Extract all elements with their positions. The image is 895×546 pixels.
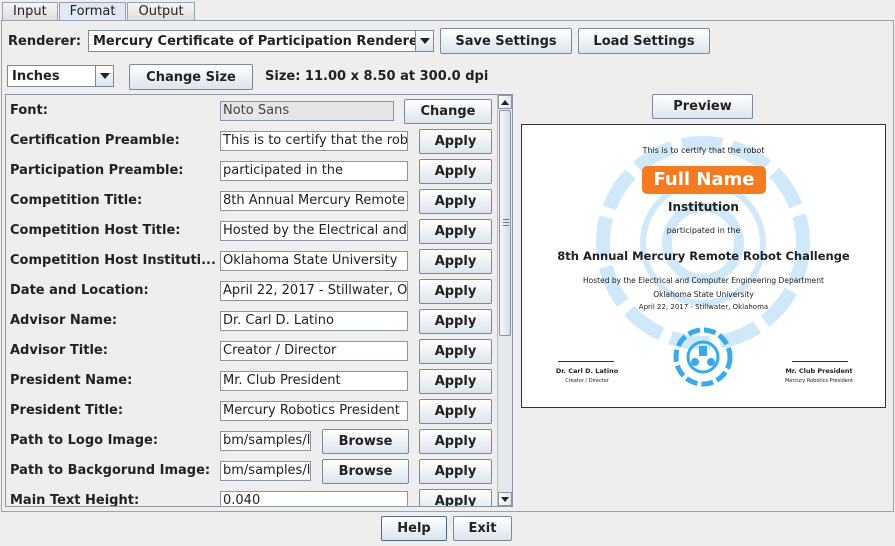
cert-preamble: This is to certify that the robot: [642, 146, 765, 155]
change-font-button[interactable]: Change: [404, 99, 492, 124]
apply-button[interactable]: Apply: [419, 159, 492, 184]
advisor-name-input[interactable]: Dr. Carl D. Latino: [220, 311, 408, 331]
renderer-selected: Mercury Certificate of Participation Ren…: [93, 33, 415, 49]
list-item: Main Text Height: 0.040 Apply: [6, 487, 496, 507]
list-item: Certification Preamble: This is to certi…: [6, 127, 496, 157]
save-settings-button[interactable]: Save Settings: [440, 28, 572, 54]
field-label: Advisor Name:: [10, 313, 118, 328]
apply-button[interactable]: Apply: [419, 459, 492, 484]
list-item: Path to Logo Image: bm/samples/logo.png …: [6, 427, 496, 457]
list-item: Competition Host Instituti... Oklahoma S…: [6, 247, 496, 277]
scroll-up-button[interactable]: [498, 95, 512, 109]
scroll-down-button[interactable]: [498, 492, 512, 506]
competition-host-institution-input[interactable]: Oklahoma State University: [220, 251, 408, 271]
apply-button[interactable]: Apply: [419, 279, 492, 304]
robot-logo-icon: [673, 327, 733, 387]
size-info: Size: 11.00 x 8.50 at 300.0 dpi: [265, 69, 489, 84]
chevron-down-icon: [501, 496, 509, 502]
list-item: Competition Host Title: Hosted by the El…: [6, 217, 496, 247]
certificate-preview: This is to certify that the robot Full N…: [521, 124, 886, 408]
field-label: Date and Location:: [10, 283, 149, 298]
list-item: President Name: Mr. Club President Apply: [6, 367, 496, 397]
chevron-down-icon[interactable]: [415, 31, 433, 51]
apply-button[interactable]: Apply: [419, 369, 492, 394]
field-label: President Name:: [10, 373, 133, 388]
cert-president-name: Mr. Club President: [785, 367, 853, 375]
field-label: Advisor Title:: [10, 343, 108, 358]
cert-host: Hosted by the Electrical and Computer En…: [583, 276, 824, 285]
apply-button[interactable]: Apply: [419, 219, 492, 244]
exit-button[interactable]: Exit: [453, 516, 512, 541]
cert-name-badge: Full Name: [642, 166, 766, 194]
tab-input[interactable]: Input: [2, 2, 58, 21]
apply-button[interactable]: Apply: [419, 339, 492, 364]
apply-button[interactable]: Apply: [419, 429, 492, 454]
apply-button[interactable]: Apply: [419, 399, 492, 424]
preview-button[interactable]: Preview: [652, 94, 753, 119]
list-item: Advisor Title: Creator / Director Apply: [6, 337, 496, 367]
president-name-input[interactable]: Mr. Club President: [220, 371, 408, 391]
apply-button[interactable]: Apply: [419, 309, 492, 334]
list-item-font: Font: Noto Sans Change: [6, 97, 496, 127]
advisor-title-input[interactable]: Creator / Director: [220, 341, 408, 361]
field-label: Competition Host Instituti...: [10, 253, 215, 268]
unit-select[interactable]: Inches: [7, 65, 114, 87]
change-size-button[interactable]: Change Size: [129, 64, 253, 90]
renderer-label: Renderer:: [8, 34, 82, 49]
list-item: Competition Title: 8th Annual Mercury Re…: [6, 187, 496, 217]
tab-output[interactable]: Output: [127, 2, 195, 21]
renderer-select[interactable]: Mercury Certificate of Participation Ren…: [88, 30, 434, 52]
field-label: Competition Host Title:: [10, 223, 181, 238]
participation-preamble-input[interactable]: participated in the: [220, 161, 408, 181]
list-item: President Title: Mercury Robotics Presid…: [6, 397, 496, 427]
load-settings-button[interactable]: Load Settings: [578, 28, 710, 54]
list-item: Participation Preamble: participated in …: [6, 157, 496, 187]
apply-button[interactable]: Apply: [419, 189, 492, 214]
competition-title-input[interactable]: 8th Annual Mercury Remote Robot Challeng…: [220, 191, 408, 211]
apply-button[interactable]: Apply: [419, 249, 492, 274]
field-label: Main Text Height:: [10, 493, 140, 507]
list-item: Advisor Name: Dr. Carl D. Latino Apply: [6, 307, 496, 337]
field-label: Certification Preamble:: [10, 133, 180, 148]
font-label: Font:: [10, 103, 48, 118]
cert-date-location: April 22, 2017 - Stillwater, Oklahoma: [638, 303, 769, 311]
field-label: President Title:: [10, 403, 124, 418]
logo-path-input[interactable]: bm/samples/logo.png: [220, 431, 311, 451]
certificate: This is to certify that the robot Full N…: [522, 125, 885, 407]
tab-bar: Input Format Output: [2, 2, 196, 21]
field-label: Competition Title:: [10, 193, 143, 208]
field-label: Participation Preamble:: [10, 163, 184, 178]
scroll-thumb[interactable]: [499, 110, 511, 336]
vertical-scrollbar[interactable]: [497, 95, 512, 506]
tab-format[interactable]: Format: [58, 2, 127, 21]
font-field: Noto Sans: [220, 101, 394, 121]
format-panel: Renderer: Mercury Certificate of Partici…: [1, 20, 894, 512]
cert-institution: Institution: [668, 200, 739, 214]
settings-list: Font: Noto Sans Change Certification Pre…: [5, 94, 513, 507]
competition-host-title-input[interactable]: Hosted by the Electrical and Computer En…: [220, 221, 408, 241]
certification-preamble-input[interactable]: This is to certify that the robot: [220, 131, 408, 151]
field-label: Path to Backgorund Image:: [10, 463, 211, 478]
browse-logo-button[interactable]: Browse: [322, 429, 409, 454]
cert-competition: 8th Annual Mercury Remote Robot Challeng…: [557, 249, 850, 263]
help-button[interactable]: Help: [381, 516, 447, 541]
field-label: Path to Logo Image:: [10, 433, 159, 448]
list-item: Date and Location: April 22, 2017 - Stil…: [6, 277, 496, 307]
cert-advisor-name: Dr. Carl D. Latino: [555, 367, 619, 375]
list-item: Path to Backgorund Image: bm/samples/log…: [6, 457, 496, 487]
apply-button[interactable]: Apply: [419, 489, 492, 506]
date-location-input[interactable]: April 22, 2017 - Stillwater, Oklahoma: [220, 281, 408, 301]
cert-president-title: Mercury Robotics President: [784, 378, 853, 384]
chevron-down-icon[interactable]: [95, 66, 113, 86]
president-title-input[interactable]: Mercury Robotics President: [220, 401, 408, 421]
cert-advisor-title: Creator / Director: [565, 378, 609, 384]
chevron-up-icon: [501, 99, 509, 105]
background-path-input[interactable]: bm/samples/logo.png: [220, 461, 311, 481]
unit-selected: Inches: [12, 68, 60, 84]
browse-background-button[interactable]: Browse: [322, 459, 409, 484]
cert-university: Oklahoma State University: [653, 290, 754, 299]
main-text-height-input[interactable]: 0.040: [220, 491, 408, 506]
cert-participation: participated in the: [666, 226, 741, 235]
apply-button[interactable]: Apply: [419, 129, 492, 154]
